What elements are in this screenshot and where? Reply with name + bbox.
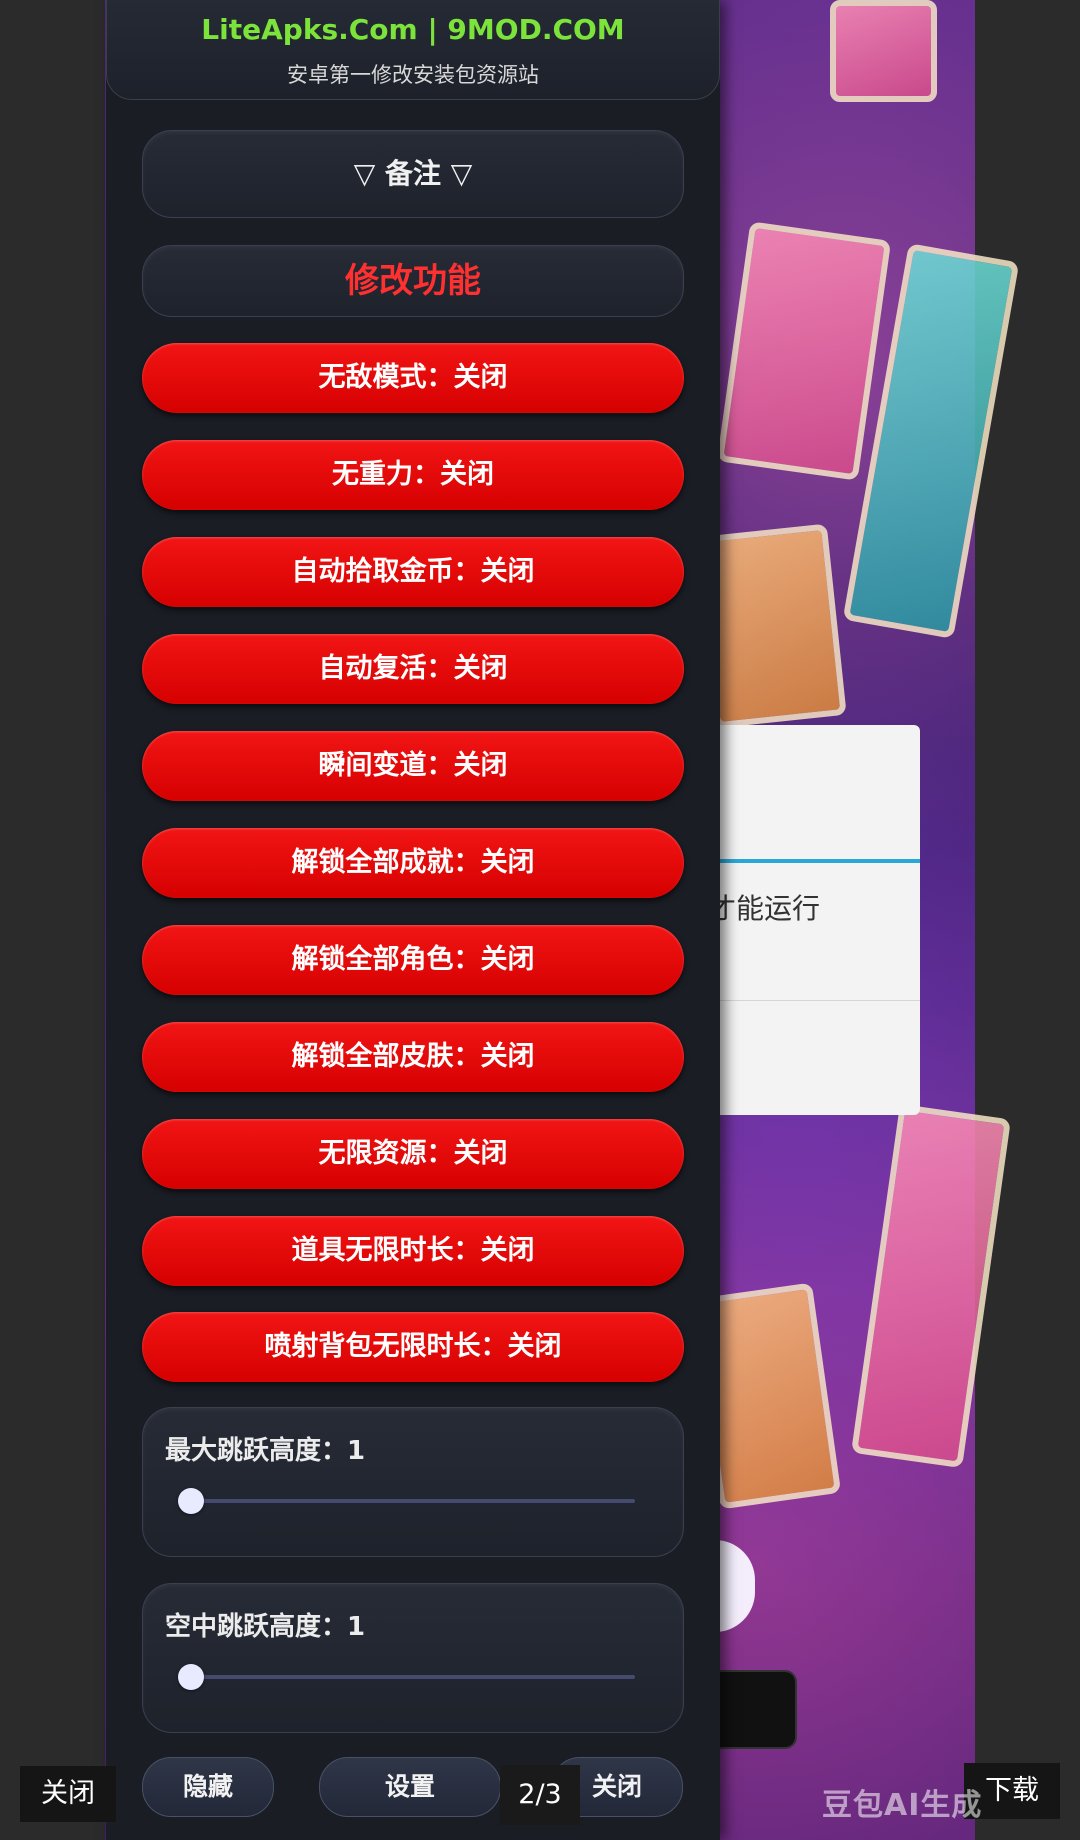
section-header: 修改功能 [142, 245, 684, 317]
game-card-decoration [830, 0, 937, 102]
max-jump-height-track[interactable] [191, 1499, 635, 1503]
air-jump-height-label: 空中跳跃高度：1 [165, 1612, 366, 1642]
notes-button[interactable]: ▽ 备注 ▽ [142, 130, 684, 218]
toggle-unlimited-resources[interactable]: 无限资源：关闭 [142, 1119, 684, 1189]
max-jump-height-thumb[interactable] [178, 1488, 204, 1514]
page-indicator: 2/3 [500, 1765, 580, 1825]
dialog-text: 才能运行 [708, 892, 821, 925]
toggle-unlock-achievements[interactable]: 解锁全部成就：关闭 [142, 828, 684, 898]
toggle-unlimited-item-duration[interactable]: 道具无限时长：关闭 [142, 1216, 684, 1286]
max-jump-height-label: 最大跳跃高度：1 [165, 1436, 366, 1466]
toggle-unlimited-jetpack[interactable]: 喷射背包无限时长：关闭 [142, 1312, 684, 1382]
ai-watermark: 豆包AI生成 [822, 1788, 983, 1823]
viewer-close-button[interactable]: 关闭 [20, 1766, 116, 1822]
game-card-decoration [716, 221, 892, 481]
settings-button[interactable]: 设置 [319, 1757, 501, 1817]
toggle-unlock-skins[interactable]: 解锁全部皮肤：关闭 [142, 1022, 684, 1092]
hide-button[interactable]: 隐藏 [142, 1757, 274, 1817]
dialog-divider [700, 1000, 920, 1001]
toggle-auto-revive[interactable]: 自动复活：关闭 [142, 634, 684, 704]
menu-header: LiteApks.Com | 9MOD.COM 安卓第一修改安装包资源站 [106, 0, 720, 100]
dialog-progress-line [700, 859, 920, 863]
mod-menu-panel: LiteApks.Com | 9MOD.COM 安卓第一修改安装包资源站 ▽ 备… [106, 0, 720, 1840]
game-card-decoration [851, 1103, 1011, 1469]
background-dialog: 才能运行 [700, 725, 920, 1115]
toggle-auto-collect-coins[interactable]: 自动拾取金币：关闭 [142, 537, 684, 607]
site-title: LiteApks.Com | 9MOD.COM [201, 13, 625, 46]
notes-label: ▽ 备注 ▽ [353, 157, 473, 190]
toggle-god-mode[interactable]: 无敌模式：关闭 [142, 343, 684, 413]
toggle-no-gravity[interactable]: 无重力：关闭 [142, 440, 684, 510]
toggle-unlock-characters[interactable]: 解锁全部角色：关闭 [142, 925, 684, 995]
max-jump-height-slider-box: 最大跳跃高度：1 [142, 1407, 684, 1557]
air-jump-height-slider-box: 空中跳跃高度：1 [142, 1583, 684, 1733]
site-subtitle: 安卓第一修改安装包资源站 [287, 63, 539, 87]
toggle-instant-lane-change[interactable]: 瞬间变道：关闭 [142, 731, 684, 801]
air-jump-height-thumb[interactable] [178, 1664, 204, 1690]
section-title: 修改功能 [345, 261, 481, 301]
air-jump-height-track[interactable] [191, 1675, 635, 1679]
